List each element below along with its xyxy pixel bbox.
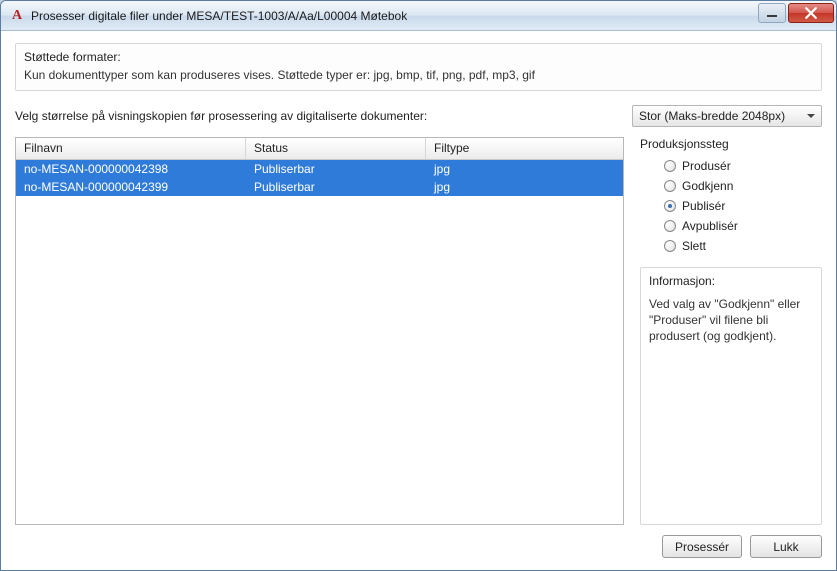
close-icon [805,7,817,19]
size-row: Velg størrelse på visningskopien før pro… [15,105,822,127]
radio-icon [664,220,676,232]
information-title: Informasjon: [649,274,813,288]
size-dropdown[interactable]: Stor (Maks-bredde 2048px) [632,105,822,127]
production-steps-box: Produksjonssteg Produsér Godkjenn Publisér… [640,137,822,253]
minimize-icon [767,15,777,17]
radio-label: Produsér [682,159,731,173]
right-panel: Produksjonssteg Produsér Godkjenn Publisér… [640,137,822,525]
main-row: Filnavn Status Filtype no-MESAN-00000004… [15,137,822,525]
production-steps-title: Produksjonssteg [640,137,822,151]
footer: Prosessér Lukk [15,525,822,558]
col-filnavn-header[interactable]: Filnavn [16,138,246,159]
table-header: Filnavn Status Filtype [16,138,623,160]
radio-label: Avpublisér [682,219,738,233]
close-dialog-button[interactable]: Lukk [750,535,822,558]
radio-icon [664,180,676,192]
minimize-button[interactable] [758,3,786,23]
table-body[interactable]: no-MESAN-000000042398Publiserbarjpgno-ME… [16,160,623,524]
radio-icon [664,240,676,252]
supported-formats-body: Kun dokumenttyper som kan produseres vis… [24,68,813,82]
file-table: Filnavn Status Filtype no-MESAN-00000004… [15,137,624,525]
size-label: Velg størrelse på visningskopien før pro… [15,109,632,123]
table-row[interactable]: no-MESAN-000000042399Publiserbarjpg [16,178,623,196]
dialog-window: A Prosesser digitale filer under MESA/TE… [0,0,837,571]
col-status-header[interactable]: Status [246,138,426,159]
radio-icon [664,160,676,172]
radio-item[interactable]: Publisér [664,199,822,213]
table-row[interactable]: no-MESAN-000000042398Publiserbarjpg [16,160,623,178]
size-dropdown-value: Stor (Maks-bredde 2048px) [639,109,785,123]
window-title: Prosesser digitale filer under MESA/TEST… [31,9,758,23]
chevron-down-icon [807,114,815,118]
information-body: Ved valg av "Godkjenn" eller "Produser" … [649,296,813,345]
cell-filnavn: no-MESAN-000000042399 [16,179,246,195]
titlebar[interactable]: A Prosesser digitale filer under MESA/TE… [1,1,836,31]
col-filtype-header[interactable]: Filtype [426,138,623,159]
supported-formats-title: Støttede formater: [24,50,813,64]
cell-status: Publiserbar [246,161,426,177]
radio-item[interactable]: Avpublisér [664,219,822,233]
production-steps-radio-group: Produsér Godkjenn Publisér Avpublisér Slett [640,159,822,253]
information-box: Informasjon: Ved valg av "Godkjenn" elle… [640,267,822,525]
radio-item[interactable]: Produsér [664,159,822,173]
cell-filtype: jpg [426,179,623,195]
process-button[interactable]: Prosessér [662,535,742,558]
client-area: Støttede formater: Kun dokumenttyper som… [1,31,836,570]
radio-item[interactable]: Slett [664,239,822,253]
app-icon: A [9,8,25,24]
radio-label: Publisér [682,199,725,213]
close-button[interactable] [788,3,834,23]
cell-filnavn: no-MESAN-000000042398 [16,161,246,177]
radio-item[interactable]: Godkjenn [664,179,822,193]
cell-filtype: jpg [426,161,623,177]
radio-icon [664,200,676,212]
radio-label: Slett [682,239,706,253]
supported-formats-box: Støttede formater: Kun dokumenttyper som… [15,43,822,91]
cell-status: Publiserbar [246,179,426,195]
radio-label: Godkjenn [682,179,733,193]
